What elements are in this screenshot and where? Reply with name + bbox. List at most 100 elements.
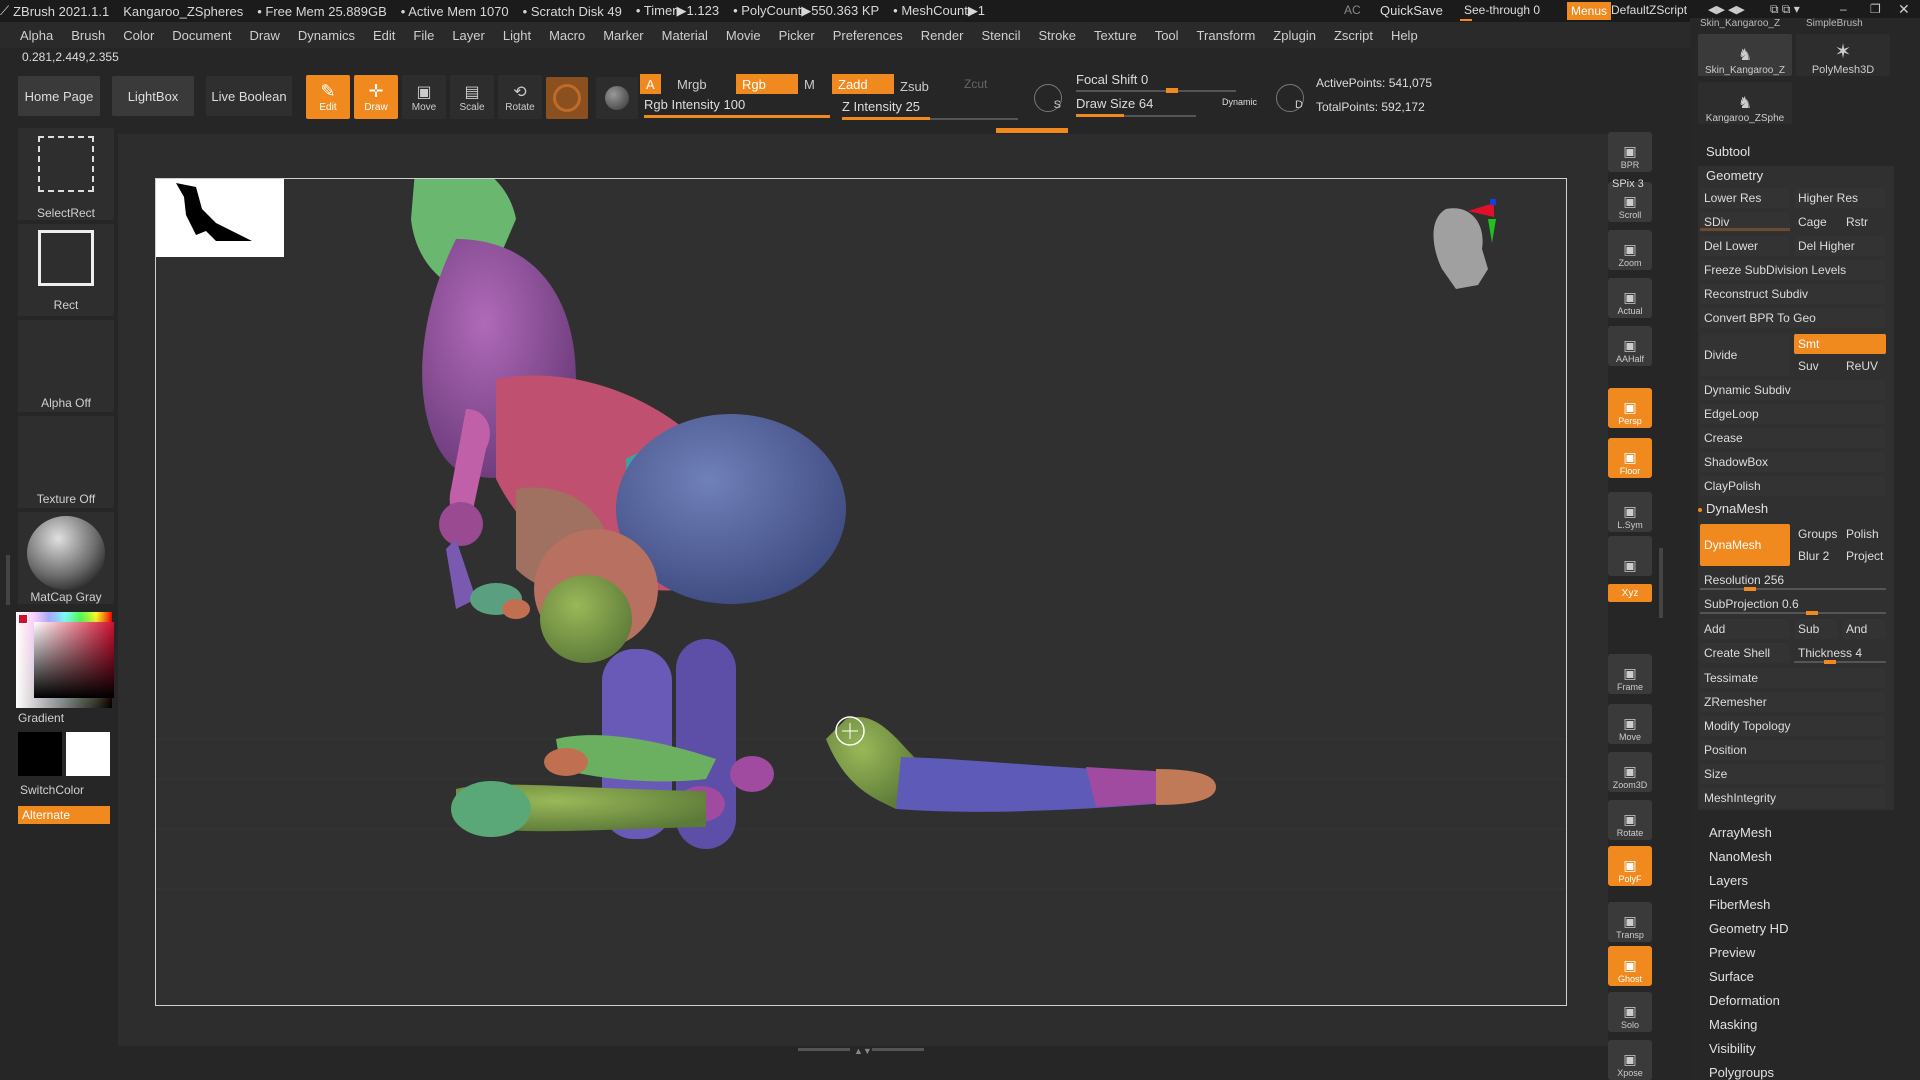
menu-movie[interactable]: Movie xyxy=(726,28,761,43)
del-lower-button[interactable]: Del Lower xyxy=(1700,236,1790,256)
modify-topology-section[interactable]: Modify Topology xyxy=(1700,716,1886,736)
edit-button[interactable]: ✎ Edit xyxy=(306,75,350,119)
section-polygroups[interactable]: Polygroups xyxy=(1709,1065,1774,1080)
tool-skin-top[interactable]: Skin_Kangaroo_Z xyxy=(1700,18,1780,29)
color-picker[interactable] xyxy=(16,612,114,708)
section-arraymesh[interactable]: ArrayMesh xyxy=(1709,825,1772,840)
shelf-xpose-button[interactable]: ▣ Xpose xyxy=(1608,1040,1652,1080)
live-boolean-button[interactable]: Live Boolean xyxy=(206,76,292,116)
menu-zscript[interactable]: Zscript xyxy=(1334,28,1373,43)
tool-polymesh3d[interactable]: ✶ PolyMesh3D xyxy=(1796,34,1890,76)
shelf-move-button[interactable]: ▣ Move xyxy=(1608,704,1652,744)
rgb-button[interactable]: Rgb xyxy=(736,74,798,94)
texture-slot[interactable]: Texture Off xyxy=(18,416,114,508)
section-geometry-hd[interactable]: Geometry HD xyxy=(1709,921,1788,936)
menu-render[interactable]: Render xyxy=(921,28,964,43)
draw-button[interactable]: ✛ Draw xyxy=(354,75,398,119)
dynamesh-button[interactable]: DynaMesh xyxy=(1700,524,1790,566)
default-zscript[interactable]: DefaultZScript xyxy=(1611,3,1687,17)
smt-toggle[interactable]: Smt xyxy=(1794,334,1886,354)
shelf-polyf-button[interactable]: ▣ PolyF xyxy=(1608,846,1652,886)
alpha-slot[interactable]: Alpha Off xyxy=(18,320,114,412)
move-button[interactable]: ▣ Move xyxy=(402,75,446,119)
rgb-intensity-slider[interactable]: Rgb Intensity 100 xyxy=(644,97,830,119)
resolution-slider[interactable]: Resolution 256 xyxy=(1700,570,1886,590)
shelf-floor-button[interactable]: ▣ Floor xyxy=(1608,438,1652,478)
divide-button[interactable]: Divide xyxy=(1700,334,1790,376)
m-button[interactable]: M xyxy=(804,77,815,92)
menu-tool[interactable]: Tool xyxy=(1155,28,1179,43)
layout-arrows-icon[interactable]: ◀▶ ◀▶ xyxy=(1708,3,1745,16)
freeze-subdivision-button[interactable]: Freeze SubDivision Levels xyxy=(1700,260,1886,280)
zadd-button[interactable]: Zadd xyxy=(832,74,894,94)
shelf-actual-button[interactable]: ▣ Actual xyxy=(1608,278,1652,318)
groups-toggle[interactable]: Groups xyxy=(1794,524,1838,544)
menu-preferences[interactable]: Preferences xyxy=(833,28,903,43)
section-visibility[interactable]: Visibility xyxy=(1709,1041,1756,1056)
left-tray-handle[interactable] xyxy=(6,555,10,605)
reconstruct-subdiv-button[interactable]: Reconstruct Subdiv xyxy=(1700,284,1886,304)
menu-picker[interactable]: Picker xyxy=(779,28,815,43)
menu-stencil[interactable]: Stencil xyxy=(981,28,1020,43)
stroke-thumbnail[interactable] xyxy=(596,77,638,119)
size-section[interactable]: Size xyxy=(1700,764,1886,784)
menu-zplugin[interactable]: Zplugin xyxy=(1273,28,1316,43)
menu-texture[interactable]: Texture xyxy=(1094,28,1137,43)
bottom-tray-handle[interactable]: ▲▼ xyxy=(798,1046,924,1056)
primary-color-swatch[interactable] xyxy=(66,732,110,776)
menu-dynamics[interactable]: Dynamics xyxy=(298,28,355,43)
right-tray-handle[interactable] xyxy=(1659,548,1663,618)
convert-bpr-button[interactable]: Convert BPR To Geo xyxy=(1700,308,1886,328)
xyz-symmetry-button[interactable]: Xyz xyxy=(1608,584,1652,602)
secondary-color-swatch[interactable] xyxy=(18,732,62,776)
menu-layer[interactable]: Layer xyxy=(452,28,485,43)
section-deformation[interactable]: Deformation xyxy=(1709,993,1780,1008)
kangaroo-model[interactable] xyxy=(156,179,1566,1005)
shelf-rotate-button[interactable]: ▣ Rotate xyxy=(1608,800,1652,840)
position-section[interactable]: Position xyxy=(1700,740,1886,760)
dynamic-subdiv-section[interactable]: Dynamic Subdiv xyxy=(1700,380,1886,400)
material-slot[interactable]: MatCap Gray xyxy=(18,512,114,604)
polish-toggle[interactable]: Polish xyxy=(1842,524,1886,544)
menu-edit[interactable]: Edit xyxy=(373,28,395,43)
see-through-slider[interactable]: See-through 0 xyxy=(1460,2,1550,21)
selectrect-brush[interactable]: SelectRect xyxy=(18,128,114,220)
section-nanomesh[interactable]: NanoMesh xyxy=(1709,849,1772,864)
subtool-header[interactable]: Subtool xyxy=(1706,144,1750,159)
suv-toggle[interactable]: Suv xyxy=(1794,356,1838,376)
higher-res-button[interactable]: Higher Res xyxy=(1794,188,1886,208)
shelf-l-sym-button[interactable]: ▣ L.Sym xyxy=(1608,492,1652,532)
blur-slider[interactable]: Blur 2 xyxy=(1794,546,1838,566)
del-higher-button[interactable]: Del Higher xyxy=(1794,236,1886,256)
lazymouse-d-icon[interactable]: D xyxy=(1276,84,1304,112)
menu-transform[interactable]: Transform xyxy=(1197,28,1256,43)
shelf-transp-button[interactable]: ▣ Transp xyxy=(1608,902,1652,942)
home-page-button[interactable]: Home Page xyxy=(18,76,100,116)
shelf-bpr-button[interactable]: ▣ BPR xyxy=(1608,132,1652,172)
dynamesh-header[interactable]: DynaMesh xyxy=(1706,501,1768,516)
reuv-button[interactable]: ReUV xyxy=(1842,356,1886,376)
create-shell-button[interactable]: Create Shell xyxy=(1700,643,1790,663)
spotlight-s-icon[interactable]: S xyxy=(1034,84,1062,112)
shelf-frame-button[interactable]: ▣ Frame xyxy=(1608,654,1652,694)
lower-res-button[interactable]: Lower Res xyxy=(1700,188,1790,208)
color-square[interactable] xyxy=(34,622,114,698)
add-button[interactable]: Add xyxy=(1700,619,1790,639)
tessimate-section[interactable]: Tessimate xyxy=(1700,668,1886,688)
spix-slider[interactable]: SPix 3 xyxy=(1612,178,1644,190)
brush-thumbnail[interactable] xyxy=(546,77,588,119)
quicksave-button[interactable]: QuickSave xyxy=(1380,3,1443,18)
document-viewport[interactable] xyxy=(155,178,1567,1006)
menu-material[interactable]: Material xyxy=(662,28,708,43)
minimize-icon[interactable]: – xyxy=(1840,2,1847,16)
menu-file[interactable]: File xyxy=(413,28,434,43)
rotate-button[interactable]: ⟲ Rotate xyxy=(498,75,542,119)
menu-document[interactable]: Document xyxy=(172,28,231,43)
shelf-lock-button[interactable]: ▣ xyxy=(1608,536,1652,576)
mrgb-button[interactable]: Mrgb xyxy=(677,77,707,92)
a-button[interactable]: A xyxy=(640,74,661,94)
menu-brush[interactable]: Brush xyxy=(71,28,105,43)
zremesher-section[interactable]: ZRemesher xyxy=(1700,692,1886,712)
draw-size-slider[interactable]: Draw Size 64 xyxy=(1076,96,1196,118)
focal-shift-slider[interactable]: Focal Shift 0 xyxy=(1076,72,1236,94)
